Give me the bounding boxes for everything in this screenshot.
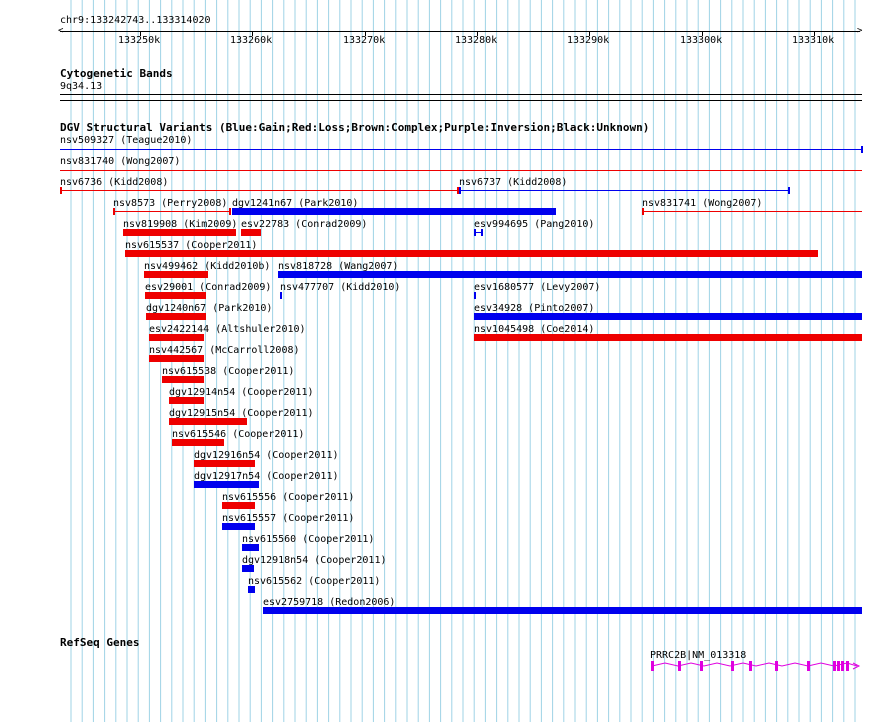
variant-line[interactable] bbox=[642, 211, 862, 212]
gene-exon bbox=[749, 661, 752, 671]
variant-line[interactable] bbox=[459, 190, 789, 191]
variant-bar[interactable] bbox=[169, 397, 204, 404]
ruler-tick-label: 133260k bbox=[230, 35, 273, 46]
variant-bar[interactable] bbox=[232, 208, 556, 215]
variant-label[interactable]: esv994695 (Pang2010) bbox=[474, 220, 594, 230]
refseq-track-title[interactable]: RefSeq Genes bbox=[60, 637, 139, 649]
variant-bar[interactable] bbox=[123, 229, 236, 236]
variant-bar[interactable] bbox=[474, 334, 862, 341]
variant-endcap bbox=[861, 146, 863, 153]
variant-endcap bbox=[474, 229, 476, 236]
gene-exon bbox=[775, 661, 778, 671]
variant-label[interactable]: nsv6736 (Kidd2008) bbox=[60, 178, 168, 188]
variant-bar[interactable] bbox=[145, 292, 206, 299]
gene-exon bbox=[833, 661, 836, 671]
cyto-band-line-top bbox=[60, 94, 862, 95]
variant-endcap bbox=[481, 229, 483, 236]
variant-bar[interactable] bbox=[278, 271, 862, 278]
variant-label[interactable]: nsv615562 (Cooper2011) bbox=[248, 577, 380, 587]
gene-exon bbox=[807, 661, 810, 671]
variant-bar[interactable] bbox=[242, 544, 259, 551]
variant-bar[interactable] bbox=[146, 313, 206, 320]
variant-label[interactable]: nsv831740 (Wong2007) bbox=[60, 157, 180, 167]
gene-exon bbox=[700, 661, 703, 671]
ruler-tick-label: 133250k bbox=[118, 35, 161, 46]
variant-bar[interactable] bbox=[474, 313, 862, 320]
gene-intron bbox=[651, 662, 858, 667]
ruler-tick-label: 133290k bbox=[567, 35, 610, 46]
gene-exon bbox=[841, 661, 844, 671]
dgv-track-title[interactable]: DGV Structural Variants (Blue:Gain;Red:L… bbox=[60, 122, 649, 134]
ruler-tick-label: 133300k bbox=[680, 35, 723, 46]
variant-bar[interactable] bbox=[222, 523, 255, 530]
gene-exon bbox=[651, 661, 654, 671]
variant-tick[interactable] bbox=[474, 292, 476, 299]
variant-label[interactable]: nsv6737 (Kidd2008) bbox=[459, 178, 567, 188]
cyto-band-line-bottom bbox=[60, 100, 862, 101]
variant-bar[interactable] bbox=[149, 355, 204, 362]
variant-endcap bbox=[113, 208, 115, 215]
variant-bar[interactable] bbox=[194, 481, 259, 488]
variant-line[interactable] bbox=[60, 149, 862, 150]
variant-endcap bbox=[459, 187, 461, 194]
variant-line[interactable] bbox=[113, 211, 230, 212]
gene-exon bbox=[846, 661, 849, 671]
variant-bar[interactable] bbox=[242, 565, 254, 572]
variant-label[interactable]: nsv477707 (Kidd2010) bbox=[280, 283, 400, 293]
variant-bar[interactable] bbox=[263, 607, 862, 614]
variant-label[interactable]: esv1680577 (Levy2007) bbox=[474, 283, 600, 293]
ruler-tick-label: 133310k bbox=[792, 35, 835, 46]
cyto-track-title[interactable]: Cytogenetic Bands bbox=[60, 68, 173, 80]
gene-model[interactable] bbox=[645, 658, 865, 674]
gene-exon bbox=[837, 661, 840, 671]
ruler-tick-label: 133270k bbox=[343, 35, 386, 46]
ruler-axis bbox=[60, 31, 860, 32]
variant-line[interactable] bbox=[60, 170, 862, 171]
gene-exon bbox=[731, 661, 734, 671]
variant-bar[interactable] bbox=[222, 502, 255, 509]
ruler-left-arrow[interactable]: < bbox=[58, 27, 63, 36]
ruler-right-arrow[interactable]: > bbox=[857, 27, 862, 36]
variant-label[interactable]: dgv12918n54 (Cooper2011) bbox=[242, 556, 387, 566]
ruler-tick-label: 133280k bbox=[455, 35, 498, 46]
variant-label[interactable]: nsv8573 (Perry2008) bbox=[113, 199, 227, 209]
variant-endcap bbox=[788, 187, 790, 194]
variant-bar[interactable] bbox=[125, 250, 818, 257]
variant-bar[interactable] bbox=[149, 334, 204, 341]
variant-bar[interactable] bbox=[241, 229, 261, 236]
variant-bar[interactable] bbox=[194, 460, 255, 467]
variant-line[interactable] bbox=[60, 190, 458, 191]
gene-exon bbox=[678, 661, 681, 671]
variant-label[interactable]: nsv509327 (Teague2010) bbox=[60, 136, 192, 146]
variant-tick[interactable] bbox=[280, 292, 282, 299]
variant-bar[interactable] bbox=[144, 271, 208, 278]
cyto-band-label: 9q34.13 bbox=[60, 81, 103, 92]
variant-bar[interactable] bbox=[169, 418, 247, 425]
variant-bar[interactable] bbox=[172, 439, 224, 446]
variant-endcap bbox=[642, 208, 644, 215]
variant-label[interactable]: nsv615560 (Cooper2011) bbox=[242, 535, 374, 545]
variant-label[interactable]: nsv831741 (Wong2007) bbox=[642, 199, 762, 209]
variant-endcap bbox=[229, 208, 231, 215]
variant-endcap bbox=[60, 187, 62, 194]
ruler-location: chr9:133242743..133314020 bbox=[60, 15, 211, 26]
variant-bar[interactable] bbox=[248, 586, 255, 593]
variant-bar[interactable] bbox=[162, 376, 204, 383]
